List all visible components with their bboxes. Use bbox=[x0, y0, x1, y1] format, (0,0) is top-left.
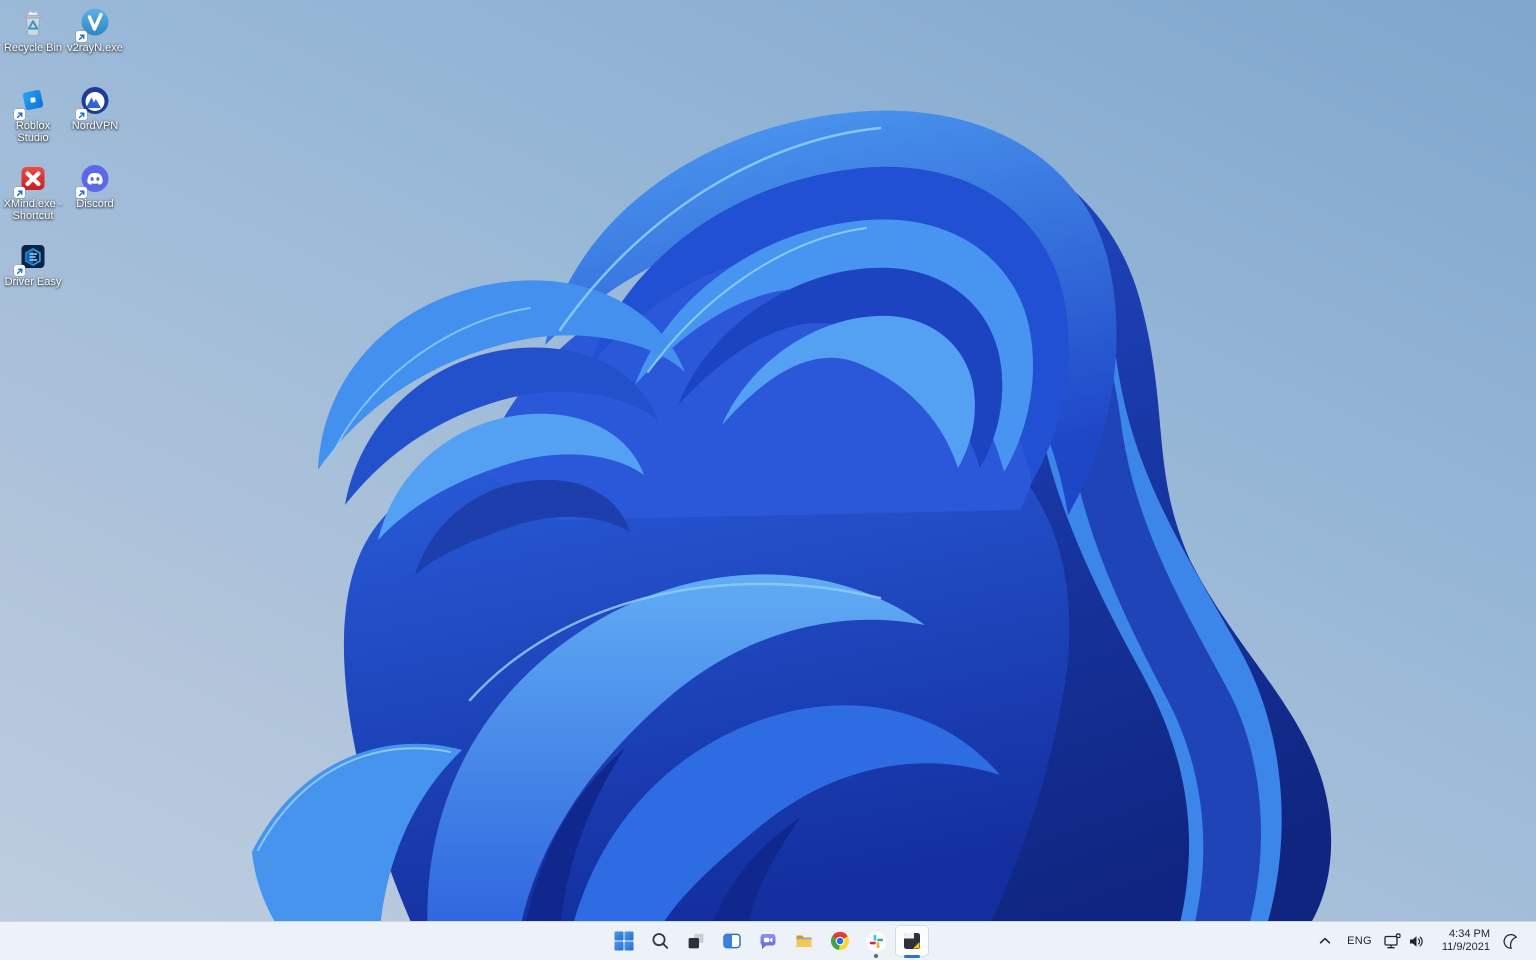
chat-button[interactable] bbox=[751, 925, 785, 957]
running-indicator bbox=[874, 954, 878, 958]
file-explorer-button[interactable] bbox=[787, 925, 821, 957]
chrome-icon bbox=[830, 931, 850, 951]
screenshot-app-button[interactable] bbox=[895, 925, 929, 958]
slack-button[interactable] bbox=[859, 925, 893, 958]
desktop-icon-label: NordVPN bbox=[71, 120, 119, 132]
clock[interactable]: 4:34 PM 11/9/2021 bbox=[1435, 926, 1497, 956]
chevron-up-icon bbox=[1319, 937, 1331, 944]
desktop-icon-grid: Recycle Bin v2rayN.exe Roblox Studio Nor… bbox=[2, 6, 126, 318]
widgets-button[interactable] bbox=[715, 925, 749, 957]
task-view-icon bbox=[688, 933, 704, 949]
desktop-icon-roblox-studio[interactable]: Roblox Studio bbox=[2, 84, 64, 162]
bloom-wallpaper bbox=[252, 110, 1332, 960]
volume-button[interactable] bbox=[1405, 926, 1429, 956]
chrome-button[interactable] bbox=[823, 925, 857, 957]
windows-start-icon bbox=[614, 931, 634, 951]
taskbar-center-buttons bbox=[606, 922, 930, 960]
task-view-button[interactable] bbox=[679, 925, 713, 957]
active-window-indicator bbox=[904, 955, 920, 958]
desktop-icon-label: Roblox Studio bbox=[15, 120, 51, 145]
focus-assist-moon-icon bbox=[1503, 933, 1517, 949]
teams-chat-icon bbox=[760, 934, 776, 949]
language-indicator[interactable]: ENG bbox=[1338, 926, 1381, 956]
file-explorer-icon bbox=[796, 935, 812, 947]
network-ethernet-icon bbox=[1384, 932, 1401, 948]
desktop-icon-label: Recycle Bin bbox=[3, 42, 63, 54]
hidden-icons-button[interactable] bbox=[1312, 926, 1338, 956]
system-tray: ENG 4:34 PM 11/9/2021 bbox=[1312, 922, 1536, 960]
shortcut-arrow-badge bbox=[76, 109, 87, 120]
search-icon bbox=[652, 933, 669, 949]
search-button[interactable] bbox=[643, 925, 677, 957]
widgets-icon bbox=[723, 933, 741, 949]
tray-date: 11/9/2021 bbox=[1441, 941, 1490, 953]
start-button[interactable] bbox=[607, 925, 641, 957]
desktop-icon-recycle-bin[interactable]: Recycle Bin bbox=[2, 6, 64, 84]
volume-icon bbox=[1410, 935, 1424, 947]
desktop-icon-label: XMind.exe - Shortcut bbox=[3, 198, 63, 223]
desktop-icon-driver-easy[interactable]: Driver Easy bbox=[2, 240, 64, 318]
slack-icon bbox=[866, 931, 886, 951]
desktop-icon-nordvpn[interactable]: NordVPN bbox=[64, 84, 126, 162]
shortcut-arrow-badge bbox=[76, 187, 87, 198]
shortcut-arrow-badge bbox=[14, 109, 25, 120]
desktop-icon-v2rayn[interactable]: v2rayN.exe bbox=[64, 6, 126, 84]
shortcut-arrow-badge bbox=[76, 31, 87, 42]
screenshot-app-icon bbox=[904, 933, 920, 949]
focus-assist-button[interactable] bbox=[1497, 926, 1523, 956]
windows-11-desktop: Recycle Bin v2rayN.exe Roblox Studio Nor… bbox=[0, 0, 1536, 960]
desktop-icon-xmind[interactable]: XMind.exe - Shortcut bbox=[2, 162, 64, 240]
desktop-icon-label: v2rayN.exe bbox=[67, 42, 123, 54]
shortcut-arrow-badge bbox=[14, 187, 25, 198]
desktop-icon-label: Discord bbox=[76, 198, 114, 210]
shortcut-arrow-badge bbox=[14, 265, 25, 276]
desktop-icon-label: Driver Easy bbox=[4, 276, 62, 288]
tray-time: 4:34 PM bbox=[1449, 927, 1490, 940]
network-button[interactable] bbox=[1381, 926, 1405, 956]
taskbar: ENG 4:34 PM 11/9/2021 bbox=[0, 921, 1536, 960]
desktop-icon-discord[interactable]: Discord bbox=[64, 162, 126, 240]
recycle-bin-icon bbox=[25, 11, 41, 36]
